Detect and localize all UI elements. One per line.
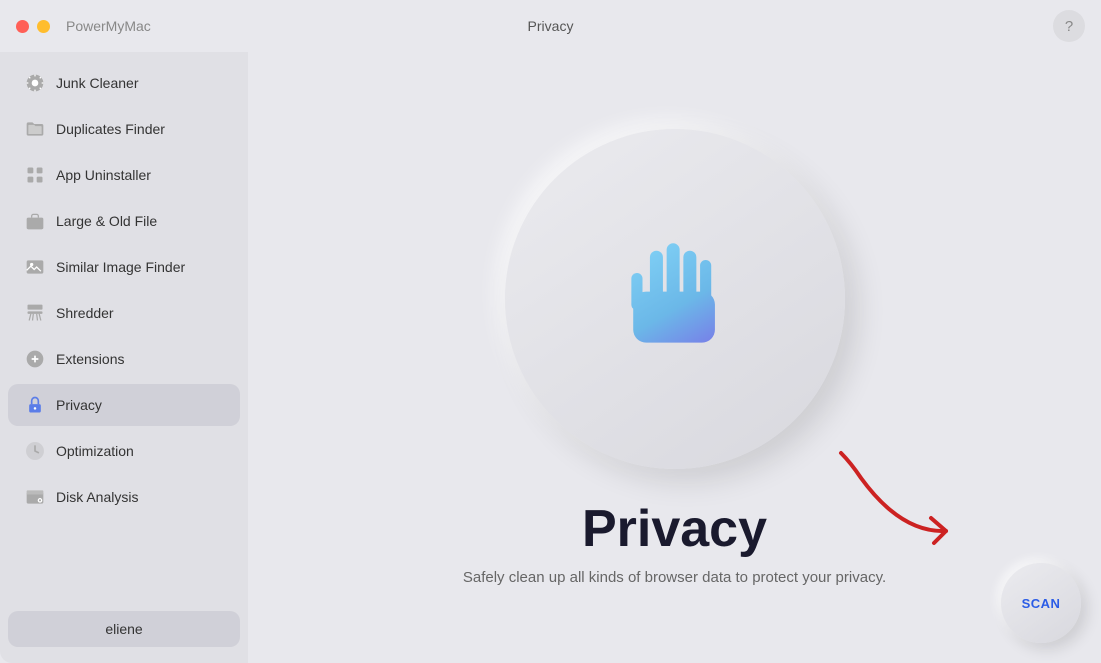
main-layout: Junk Cleaner Duplicates Finder — [0, 52, 1101, 663]
privacy-hand-icon — [610, 234, 740, 364]
sidebar-item-shredder[interactable]: Shredder — [8, 292, 240, 334]
briefcase-icon — [24, 210, 46, 232]
window-controls — [16, 20, 50, 33]
sidebar-label-similar-image-finder: Similar Image Finder — [56, 259, 185, 275]
lock-icon — [24, 394, 46, 416]
sidebar-item-duplicates-finder[interactable]: Duplicates Finder — [8, 108, 240, 150]
extensions-icon — [24, 348, 46, 370]
app-grid-icon — [24, 164, 46, 186]
sidebar-item-app-uninstaller[interactable]: App Uninstaller — [8, 154, 240, 196]
sidebar-label-app-uninstaller: App Uninstaller — [56, 167, 151, 183]
disk-icon — [24, 486, 46, 508]
sidebar-label-junk-cleaner: Junk Cleaner — [56, 75, 139, 91]
page-title: Privacy — [528, 18, 574, 34]
sidebar-label-shredder: Shredder — [56, 305, 114, 321]
shredder-icon — [24, 302, 46, 324]
close-button[interactable] — [16, 20, 29, 33]
sidebar-label-duplicates-finder: Duplicates Finder — [56, 121, 165, 137]
sidebar-bottom: eliene — [0, 603, 248, 655]
sidebar-item-optimization[interactable]: Optimization — [8, 430, 240, 472]
minimize-button[interactable] — [37, 20, 50, 33]
sidebar: Junk Cleaner Duplicates Finder — [0, 52, 248, 663]
main-circle — [505, 129, 845, 469]
red-arrow — [831, 443, 971, 553]
scan-button[interactable]: SCAN — [1001, 563, 1081, 643]
sidebar-item-extensions[interactable]: Extensions — [8, 338, 240, 380]
content-title: Privacy — [582, 499, 767, 559]
help-button[interactable]: ? — [1053, 10, 1085, 42]
optimization-icon — [24, 440, 46, 462]
sidebar-item-privacy[interactable]: Privacy — [8, 384, 240, 426]
sidebar-item-disk-analysis[interactable]: Disk Analysis — [8, 476, 240, 518]
app-logo: PowerMyMac — [66, 18, 151, 34]
sidebar-label-privacy: Privacy — [56, 397, 102, 413]
content-subtitle: Safely clean up all kinds of browser dat… — [463, 569, 886, 586]
user-button[interactable]: eliene — [8, 611, 240, 647]
sidebar-label-large-old-file: Large & Old File — [56, 213, 157, 229]
sidebar-item-large-old-file[interactable]: Large & Old File — [8, 200, 240, 242]
sidebar-item-junk-cleaner[interactable]: Junk Cleaner — [8, 62, 240, 104]
sidebar-label-extensions: Extensions — [56, 351, 124, 367]
app-window: PowerMyMac Privacy ? Junk Cleaner — [0, 0, 1101, 663]
title-bar: PowerMyMac Privacy ? — [0, 0, 1101, 52]
sidebar-label-optimization: Optimization — [56, 443, 134, 459]
gear-circle-icon — [24, 72, 46, 94]
folder-icon — [24, 118, 46, 140]
photo-icon — [24, 256, 46, 278]
sidebar-label-disk-analysis: Disk Analysis — [56, 489, 138, 505]
content-area: Privacy Safely clean up all kinds of bro… — [248, 52, 1101, 663]
sidebar-item-similar-image-finder[interactable]: Similar Image Finder — [8, 246, 240, 288]
